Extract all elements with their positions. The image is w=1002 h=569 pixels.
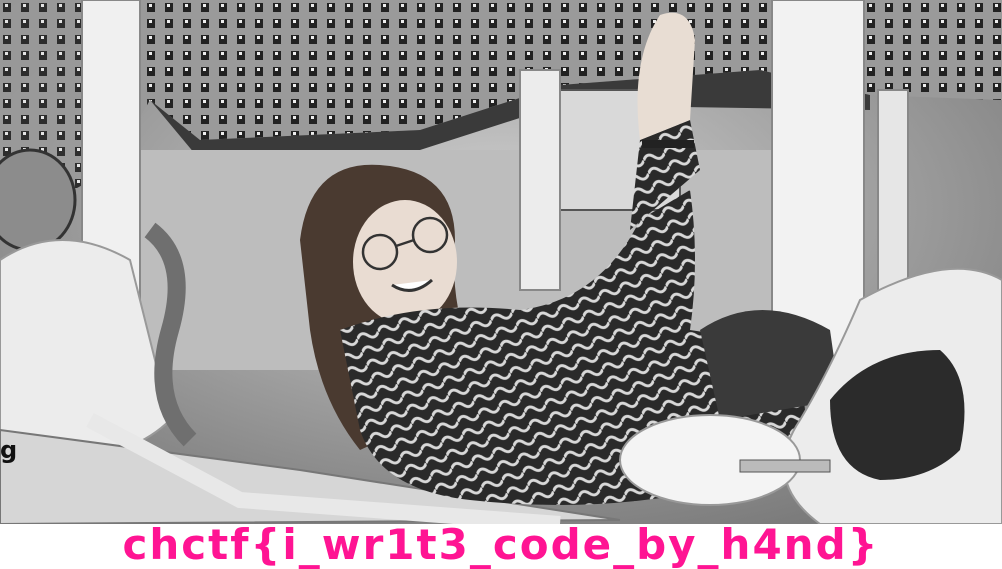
left-circular-panel [0, 148, 77, 252]
face [353, 200, 457, 324]
clamp [739, 459, 831, 473]
flag-caption: chctf{i_wr1t3_code_by_h4nd} [122, 520, 880, 569]
wrist-watch [642, 140, 694, 148]
edge-letter: g [0, 436, 18, 464]
photo [0, 0, 1002, 524]
middle-strut [519, 69, 561, 291]
